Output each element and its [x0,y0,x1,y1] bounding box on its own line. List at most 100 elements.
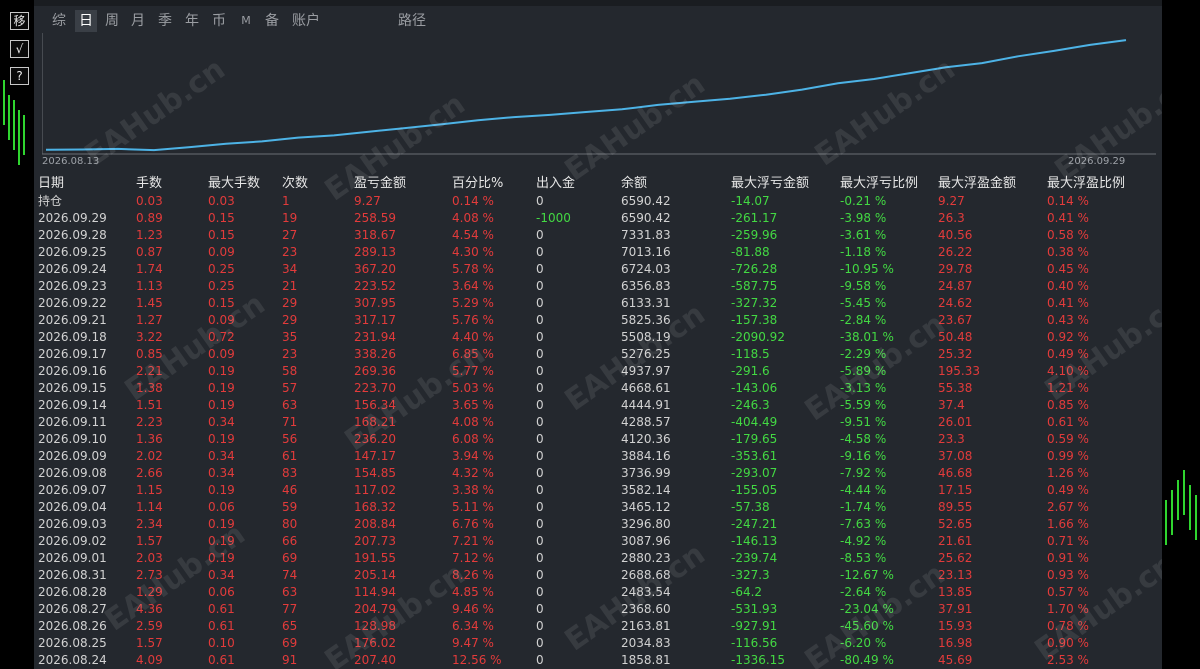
cell-trades: 21 [282,279,298,293]
cell-profit: 117.02 [354,483,396,497]
table-row[interactable]: 2026.09.09 2.02 0.34 61 147.17 3.94 % 0 3884.16… [38,448,1158,465]
table-row[interactable]: 2026.09.16 2.21 0.19 58 269.36 5.77 % 0 4937.97… [38,363,1158,380]
table-row[interactable]: 2026.09.11 2.23 0.34 71 168.21 4.08 % 0 4288.57… [38,414,1158,431]
cell-deposit: 0 [536,449,544,463]
tab-account[interactable]: 账户 [288,10,324,32]
cell-max-float-profit: 26.01 [938,415,973,429]
cell-trades: 65 [282,619,298,633]
table-row[interactable]: 2026.09.29 0.89 0.15 19 258.59 4.08 % -1000 659… [38,210,1158,227]
table-row[interactable]: 2026.08.31 2.73 0.34 74 205.14 8.26 % 0 2688.68… [38,567,1158,584]
table-row[interactable]: 2026.09.15 1.38 0.19 57 223.70 5.03 % 0 4668.61… [38,380,1158,397]
cell-profit: 147.17 [354,449,396,463]
header-max-float-loss[interactable]: 最大浮亏金额 [731,175,809,193]
tab-day[interactable]: 日 [75,10,97,32]
header-trades[interactable]: 次数 [282,175,308,193]
cell-trades: 91 [282,653,298,667]
cell-max-float-profit-pct: 1.21 % [1047,381,1089,395]
table-row[interactable]: 2026.08.27 4.36 0.61 77 204.79 9.46 % 0 2368.60… [38,601,1158,618]
cell-max-float-loss: -1336.15 [731,653,785,667]
header-max-float-profit-pct[interactable]: 最大浮盈比例 [1047,175,1125,193]
table-row[interactable]: 2026.09.04 1.14 0.06 59 168.32 5.11 % 0 3465.12… [38,499,1158,516]
check-icon[interactable]: √ [10,40,29,58]
cell-max-lots: 0.19 [208,551,235,565]
cell-max-float-loss-pct: -10.95 % [840,262,894,276]
tab-week[interactable]: 周 [101,10,123,32]
table-row[interactable]: 2026.09.18 3.22 0.72 35 231.94 4.40 % 0 5508.19… [38,329,1158,346]
cell-trades: 19 [282,211,298,225]
table-row[interactable]: 2026.08.24 4.09 0.61 91 207.40 12.56 % 0 1858.8… [38,652,1158,669]
tab-quarter[interactable]: 季 [154,10,176,32]
cell-profit: 338.26 [354,347,396,361]
table-row[interactable]: 2026.09.23 1.13 0.25 21 223.52 3.64 % 0 6356.83… [38,278,1158,295]
cell-max-float-loss: -116.56 [731,636,778,650]
cell-deposit: 0 [536,551,544,565]
table-row[interactable]: 2026.09.08 2.66 0.34 83 154.85 4.32 % 0 3736.99… [38,465,1158,482]
cell-percent: 9.46 % [452,602,494,616]
cell-balance: 6590.42 [621,194,671,208]
cell-lots: 4.36 [136,602,163,616]
header-profit[interactable]: 盈亏金额 [354,175,406,193]
header-percent[interactable]: 百分比% [452,175,503,193]
cell-max-float-profit: 52.65 [938,517,973,531]
cell-percent: 6.85 % [452,347,494,361]
tab-currency[interactable]: 币 [208,10,230,32]
cell-deposit: -1000 [536,211,571,225]
table-row[interactable]: 2026.09.17 0.85 0.09 23 338.26 6.85 % 0 5276.25… [38,346,1158,363]
table-row[interactable]: 2026.09.14 1.51 0.19 63 156.34 3.65 % 0 4444.91… [38,397,1158,414]
table-row[interactable]: 2026.09.03 2.34 0.19 80 208.84 6.76 % 0 3296.80… [38,516,1158,533]
cell-date: 持仓 [38,194,63,208]
cell-trades: 34 [282,262,298,276]
cell-max-float-profit-pct: 0.92 % [1047,330,1089,344]
cell-percent: 5.78 % [452,262,494,276]
table-row[interactable]: 2026.09.25 0.87 0.09 23 289.13 4.30 % 0 7013.16… [38,244,1158,261]
table-row[interactable]: 2026.09.22 1.45 0.15 29 307.95 5.29 % 0 6133.31… [38,295,1158,312]
table-row[interactable]: 2026.09.02 1.57 0.19 66 207.73 7.21 % 0 3087.96… [38,533,1158,550]
cell-profit: 289.13 [354,245,396,259]
header-max-float-profit[interactable]: 最大浮盈金额 [938,175,1016,193]
tab-month[interactable]: 月 [127,10,149,32]
header-max-float-loss-pct[interactable]: 最大浮亏比例 [840,175,918,193]
table-row[interactable]: 持仓 0.03 0.03 1 9.27 0.14 % 0 6590.42 -14.07 -0.21… [38,193,1158,210]
cell-max-lots: 0.61 [208,602,235,616]
tab-path[interactable]: 路径 [394,10,430,32]
cell-deposit: 0 [536,279,544,293]
cell-percent: 6.76 % [452,517,494,531]
cell-max-float-profit: 23.67 [938,313,973,327]
cell-max-float-loss: -14.07 [731,194,770,208]
cell-lots: 1.74 [136,262,163,276]
table-row[interactable]: 2026.08.25 1.57 0.10 69 176.02 9.47 % 0 2034.83… [38,635,1158,652]
help-icon[interactable]: ? [10,67,29,85]
cell-date: 2026.09.29 [38,211,107,225]
tab-summary[interactable]: 综 [48,10,70,32]
cell-profit: 317.17 [354,313,396,327]
move-icon[interactable]: 移 [10,12,29,30]
table-row[interactable]: 2026.08.28 1.29 0.06 63 114.94 4.85 % 0 2483.54… [38,584,1158,601]
cell-deposit: 0 [536,194,544,208]
table-row[interactable]: 2026.08.26 2.59 0.61 65 128.98 6.34 % 0 2163.81… [38,618,1158,635]
cell-lots: 0.03 [136,194,163,208]
cell-balance: 7331.83 [621,228,671,242]
tab-note[interactable]: 备 [261,10,283,32]
header-balance[interactable]: 余额 [621,175,647,193]
cell-lots: 2.34 [136,517,163,531]
table-row[interactable]: 2026.09.10 1.36 0.19 56 236.20 6.08 % 0 4120.36… [38,431,1158,448]
header-max-lots[interactable]: 最大手数 [208,175,260,193]
header-date[interactable]: 日期 [38,175,64,193]
cell-max-float-loss-pct: -80.49 % [840,653,894,667]
table-row[interactable]: 2026.09.24 1.74 0.25 34 367.20 5.78 % 0 6724.03… [38,261,1158,278]
table-row[interactable]: 2026.09.28 1.23 0.15 27 318.67 4.54 % 0 7331.83… [38,227,1158,244]
cell-date: 2026.09.07 [38,483,107,497]
table-row[interactable]: 2026.09.07 1.15 0.19 46 117.02 3.38 % 0 3582.14… [38,482,1158,499]
cell-max-float-profit: 24.87 [938,279,973,293]
cell-deposit: 0 [536,517,544,531]
tab-year[interactable]: 年 [181,10,203,32]
cell-percent: 12.56 % [452,653,502,667]
cell-balance: 7013.16 [621,245,671,259]
cell-max-float-profit-pct: 0.43 % [1047,313,1089,327]
table-row[interactable]: 2026.09.01 2.03 0.19 69 191.55 7.12 % 0 2880.23… [38,550,1158,567]
header-lots[interactable]: 手数 [136,175,162,193]
cell-deposit: 0 [536,245,544,259]
table-row[interactable]: 2026.09.21 1.27 0.09 29 317.17 5.76 % 0 5825.36… [38,312,1158,329]
tab-m[interactable]: M [236,10,256,32]
header-deposit[interactable]: 出入金 [536,175,575,193]
